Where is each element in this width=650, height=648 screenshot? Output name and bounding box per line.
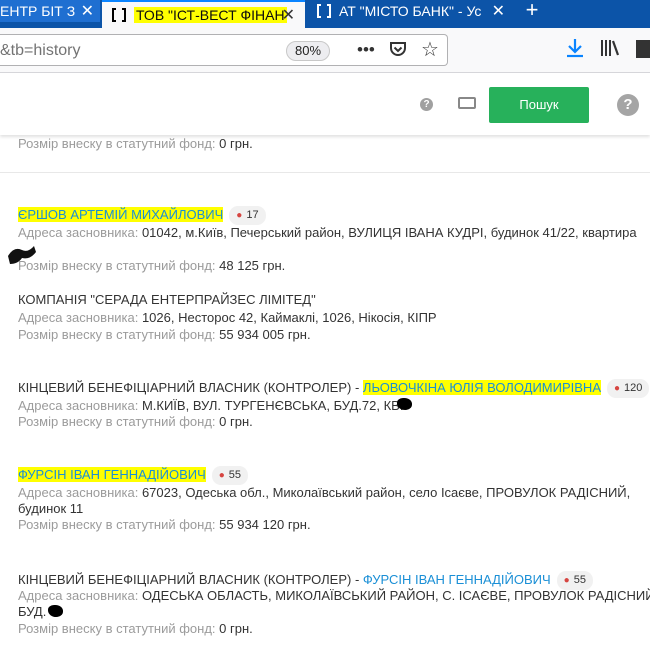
tab-label: ЕНТР БІТ З (0, 3, 76, 19)
person-icon: ● (563, 575, 570, 586)
founder-address-row: Адреса засновника: 67023, Одеська обл., … (18, 485, 631, 500)
tab-label: ТОВ "ІСТ-ВЕСТ ФІНАН (134, 7, 287, 23)
fund-size-row: Розмір внеску в статутний фонд: 48 125 г… (18, 258, 286, 273)
close-tab-icon[interactable]: ✕ (492, 1, 505, 21)
tab-ist-vest[interactable]: ТОВ "ІСТ-ВЕСТ ФІНАН ✕ (102, 0, 305, 28)
fund-size-row: Розмір внеску в статутний фонд: 55 934 0… (18, 327, 311, 342)
tab-centr-bit[interactable]: ЕНТР БІТ З ✕ (0, 0, 100, 22)
founder-name-link[interactable]: ФУРСІН ІВАН ГЕННАДІЙОВИЧ (363, 572, 551, 587)
site-favicon-icon (317, 4, 331, 18)
library-icon[interactable] (600, 38, 622, 63)
redaction-scribble (8, 246, 36, 264)
founder-name-row: ФУРСІН ІВАН ГЕННАДІЙОВИЧ ● 55 (18, 466, 249, 485)
address-bar[interactable]: &tb=history 80% ••• ☆ (0, 34, 448, 66)
sidebar-icon[interactable] (636, 40, 650, 58)
founder-name-link[interactable]: ЄРШОВ АРТЕМІЙ МИХАЙЛОВИЧ (18, 206, 224, 222)
url-text[interactable]: &tb=history (0, 42, 80, 60)
fund-size-row: Розмір внеску в статутний фонд: 0 грн. (18, 136, 253, 151)
keyboard-icon[interactable] (458, 97, 476, 109)
zoom-indicator[interactable]: 80% (286, 41, 331, 61)
download-icon[interactable] (566, 38, 584, 64)
tab-misto-bank[interactable]: АТ "МІСТО БАНК" - Ус ✕ (307, 0, 515, 22)
close-tab-icon[interactable]: ✕ (81, 1, 94, 21)
fund-size-row: Розмір внеску в статутний фонд: 55 934 1… (18, 517, 311, 532)
founder-address-row: Адреса засновника: 01042, м.Київ, Печерс… (18, 225, 637, 240)
fund-size-row: Розмір внеску в статутний фонд: 0 грн. (18, 414, 253, 429)
person-count-badge[interactable]: ● 17 (229, 206, 266, 225)
bookmark-star-icon[interactable]: ☆ (421, 37, 439, 62)
person-count-badge[interactable]: ● 55 (211, 466, 249, 485)
founder-address-row: Адреса засновника: 1026, Несторос 42, Ка… (18, 310, 437, 325)
search-help-icon[interactable]: ? (420, 98, 433, 111)
founder-name-link[interactable]: ФУРСІН ІВАН ГЕННАДІЙОВИЧ (18, 466, 206, 482)
founders-list: Розмір внеску в статутний фонд: 0 грн. Є… (0, 136, 650, 648)
founder-name-row: ЄРШОВ АРТЕМІЙ МИХАЙЛОВИЧ ● 17 (18, 206, 266, 225)
tab-label: АТ "МІСТО БАНК" - Ус (339, 3, 482, 19)
founder-name-row: КІНЦЕВИЙ БЕНЕФІЦІАРНИЙ ВЛАСНИК (КОНТРОЛЕ… (18, 379, 650, 398)
divider (0, 172, 650, 173)
close-tab-icon[interactable]: ✕ (282, 5, 295, 25)
site-favicon-icon (112, 8, 126, 22)
person-icon: ● (218, 470, 225, 481)
pocket-icon[interactable] (388, 39, 408, 64)
founder-address-row: Адреса засновника: М.КИЇВ, ВУЛ. ТУРГЕНЄВ… (18, 398, 404, 413)
person-icon: ● (613, 383, 621, 394)
new-tab-button[interactable]: + (520, 0, 544, 22)
person-icon: ● (236, 210, 243, 221)
person-count-badge[interactable]: ● 120 (606, 379, 650, 398)
redaction-mark (397, 398, 412, 410)
fund-size-row: Розмір внеску в статутний фонд: 0 грн. (18, 621, 253, 636)
founder-address-row-cont: будинок 11 (18, 501, 84, 516)
page-actions-icon[interactable]: ••• (357, 40, 375, 60)
redaction-mark (48, 605, 63, 617)
founder-address-row: Адреса засновника: ОДЕСЬКА ОБЛАСТЬ, МИКО… (18, 588, 650, 603)
founder-address-row-cont: БУД. (18, 604, 47, 619)
founder-name-row: КОМПАНІЯ "СЕРАДА ЕНТЕРПРАЙЗЕС ЛІМІТЕД" (18, 292, 316, 307)
navigation-bar: &tb=history 80% ••• ☆ (0, 28, 650, 73)
founder-name-link[interactable]: ЛЬОВОЧКІНА ЮЛІЯ ВОЛОДИМИРІВНА (362, 379, 601, 395)
help-icon[interactable]: ? (617, 94, 639, 116)
search-button[interactable]: Пошук (489, 87, 589, 123)
